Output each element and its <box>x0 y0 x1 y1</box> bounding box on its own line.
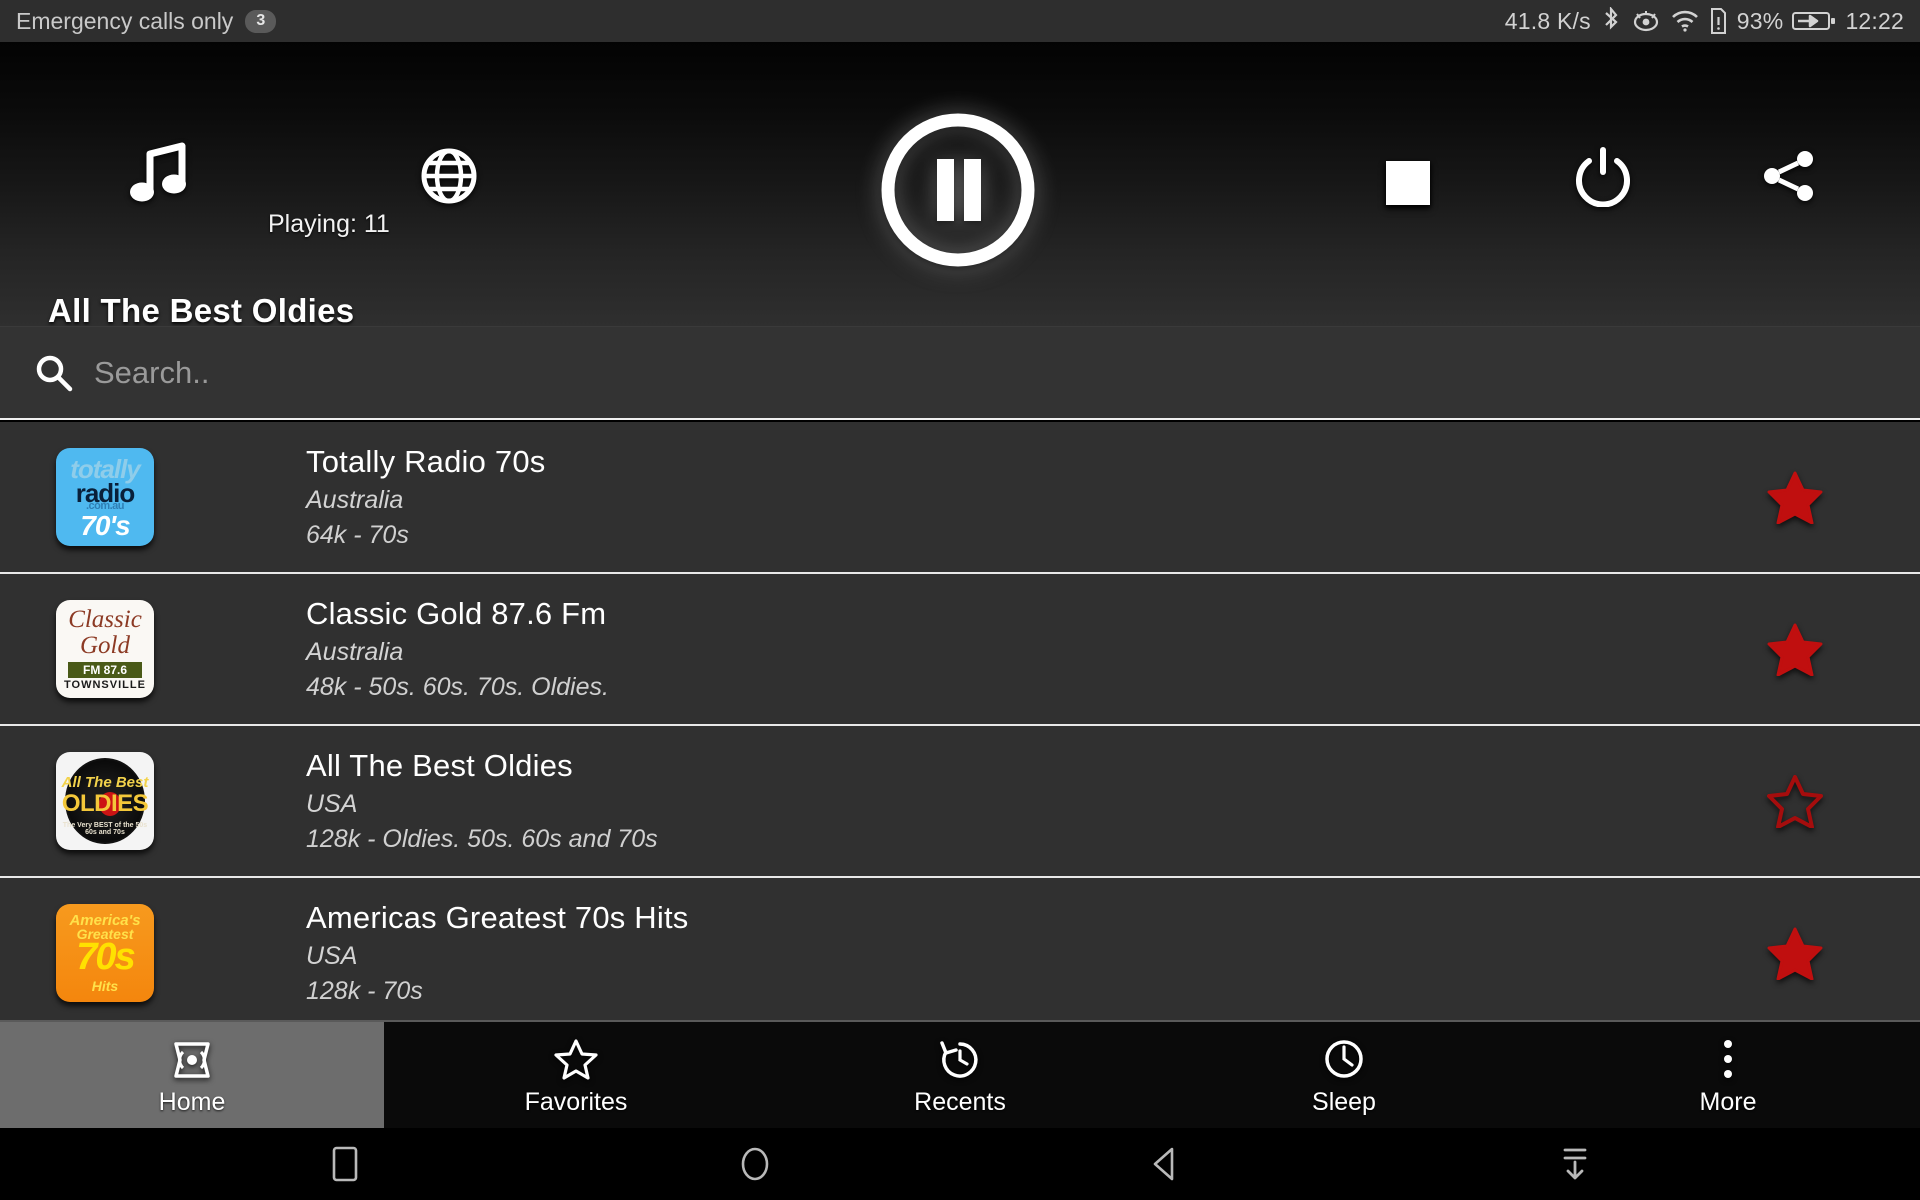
classic-gold-logo: Classic Gold FM 87.6 TOWNSVILLE <box>56 600 154 698</box>
station-meta: Totally Radio 70s Australia 64k - 70s <box>210 444 1670 550</box>
station-country: Australia <box>306 486 404 514</box>
logo-line-1: Classic <box>68 606 142 633</box>
star-outline-icon <box>1767 775 1823 828</box>
battery-percent-text: 93% <box>1736 7 1784 34</box>
station-meta: All The Best Oldies USA 128k - Oldies. 5… <box>210 748 1670 854</box>
station-row[interactable]: America's Greatest 70s Hits Americas Gre… <box>0 878 1920 1020</box>
favorite-toggle[interactable] <box>1670 470 1920 524</box>
station-logo-wrap: totally radio .com.au 70's <box>0 448 210 546</box>
recents-square-icon <box>332 1146 358 1182</box>
clock-text: 12:22 <box>1845 7 1904 34</box>
logo-line-3: FM 87.6 <box>68 662 142 678</box>
now-playing-title: All The Best Oldies <box>48 292 355 329</box>
music-note-icon[interactable] <box>130 142 190 204</box>
station-detail: 128k - Oldies. 50s. 60s and 70s <box>306 825 658 853</box>
more-vertical-icon <box>1718 1034 1738 1080</box>
sim-alert-icon <box>1709 8 1728 34</box>
broadcast-icon <box>170 1034 214 1080</box>
star-filled-icon <box>1767 623 1823 676</box>
player-header: Playing: 11 All The Best Oldies <box>0 42 1920 329</box>
americas-greatest-70s-hits-logo: America's Greatest 70s Hits <box>56 904 154 1002</box>
battery-charging-icon <box>1792 9 1836 33</box>
station-country: Australia <box>306 638 404 666</box>
app-root: Emergency calls only 3 41.8 K/s 93% 12:2… <box>0 0 1920 1200</box>
android-nav-bar <box>0 1128 1920 1200</box>
back-button[interactable] <box>1065 1144 1265 1184</box>
station-detail: 48k - 50s. 60s. 70s. Oldies. <box>306 673 609 701</box>
star-filled-icon <box>1767 471 1823 524</box>
station-country: USA <box>306 942 358 970</box>
star-outline-icon <box>554 1034 598 1080</box>
search-input[interactable] <box>94 354 1694 391</box>
network-speed-text: 41.8 K/s <box>1504 7 1591 34</box>
history-icon <box>938 1034 982 1080</box>
tab-label: Recents <box>914 1087 1006 1116</box>
stop-button[interactable] <box>1382 157 1434 209</box>
status-bar-left: Emergency calls only 3 <box>16 7 277 35</box>
hide-keyboard-button[interactable] <box>1475 1144 1675 1184</box>
station-logo-wrap: Classic Gold FM 87.6 TOWNSVILLE <box>0 600 210 698</box>
back-triangle-icon <box>1153 1147 1174 1181</box>
logo-line-4: 70's <box>80 510 130 541</box>
pause-button[interactable] <box>872 104 1044 276</box>
tab-label: More <box>1699 1087 1757 1116</box>
station-row[interactable]: All The Best OLDIES The Very BEST of the… <box>0 726 1920 878</box>
station-name: All The Best Oldies <box>306 748 573 783</box>
stop-square-icon <box>1386 161 1430 205</box>
logo-line-4: Hits <box>91 978 119 994</box>
tab-label: Favorites <box>524 1087 628 1116</box>
logo-line-2: OLDIES <box>61 790 149 817</box>
status-bar-right: 41.8 K/s 93% 12:22 <box>1505 7 1904 35</box>
home-button[interactable] <box>655 1144 855 1184</box>
station-name: Classic Gold 87.6 Fm <box>306 596 607 631</box>
favorite-toggle[interactable] <box>1670 622 1920 676</box>
share-button[interactable] <box>1760 147 1818 205</box>
eye-icon <box>1631 9 1661 33</box>
search-bar[interactable] <box>0 326 1920 420</box>
carrier-text: Emergency calls only <box>16 7 234 34</box>
station-detail: 128k - 70s <box>306 977 423 1005</box>
station-row[interactable]: totally radio .com.au 70's Totally Radio… <box>0 422 1920 574</box>
station-detail: 64k - 70s <box>306 521 409 549</box>
recents-button[interactable] <box>245 1144 445 1184</box>
station-country: USA <box>306 790 358 818</box>
favorite-toggle[interactable] <box>1670 774 1920 828</box>
station-list[interactable]: totally radio .com.au 70's Totally Radio… <box>0 422 1920 1020</box>
notification-count-badge: 3 <box>245 9 277 33</box>
star-filled-icon <box>1767 927 1823 980</box>
tab-label: Sleep <box>1312 1087 1376 1116</box>
logo-line-4: TOWNSVILLE <box>64 679 146 691</box>
bluetooth-icon <box>1600 7 1622 35</box>
station-meta: Americas Greatest 70s Hits USA 128k - 70… <box>210 900 1670 1006</box>
power-button[interactable] <box>1572 145 1634 207</box>
hide-keyboard-icon <box>1563 1148 1587 1180</box>
wifi-icon <box>1670 9 1700 33</box>
all-the-best-oldies-logo: All The Best OLDIES The Very BEST of the… <box>56 752 154 850</box>
logo-line-2: Gold <box>80 632 130 659</box>
tab-more[interactable]: More <box>1536 1022 1920 1128</box>
playing-count-label: Playing: 11 <box>268 210 390 238</box>
logo-line-3: 70s <box>76 936 135 978</box>
totally-radio-70s-logo: totally radio .com.au 70's <box>56 448 154 546</box>
home-circle-icon <box>741 1147 769 1181</box>
tab-label: Home <box>158 1087 226 1116</box>
station-logo-wrap: America's Greatest 70s Hits <box>0 904 210 1002</box>
tab-sleep[interactable]: Sleep <box>1152 1022 1536 1128</box>
logo-line-3: The Very BEST of the 50s 60s and 70s <box>62 822 148 836</box>
station-name: Totally Radio 70s <box>306 444 546 479</box>
station-logo-wrap: All The Best OLDIES The Very BEST of the… <box>0 752 210 850</box>
tab-recents[interactable]: Recents <box>768 1022 1152 1128</box>
clock-icon <box>1323 1034 1365 1080</box>
favorite-toggle[interactable] <box>1670 926 1920 980</box>
station-meta: Classic Gold 87.6 Fm Australia 48k - 50s… <box>210 596 1670 702</box>
globe-icon[interactable] <box>420 147 478 205</box>
search-icon <box>26 353 82 393</box>
bottom-tab-bar: Home Favorites Recents Sleep More <box>0 1020 1920 1128</box>
logo-line-1: All The Best <box>61 774 149 791</box>
tab-home[interactable]: Home <box>0 1022 384 1128</box>
tab-favorites[interactable]: Favorites <box>384 1022 768 1128</box>
station-row[interactable]: Classic Gold FM 87.6 TOWNSVILLE Classic … <box>0 574 1920 726</box>
android-status-bar: Emergency calls only 3 41.8 K/s 93% 12:2… <box>0 0 1920 42</box>
station-name: Americas Greatest 70s Hits <box>306 900 689 935</box>
